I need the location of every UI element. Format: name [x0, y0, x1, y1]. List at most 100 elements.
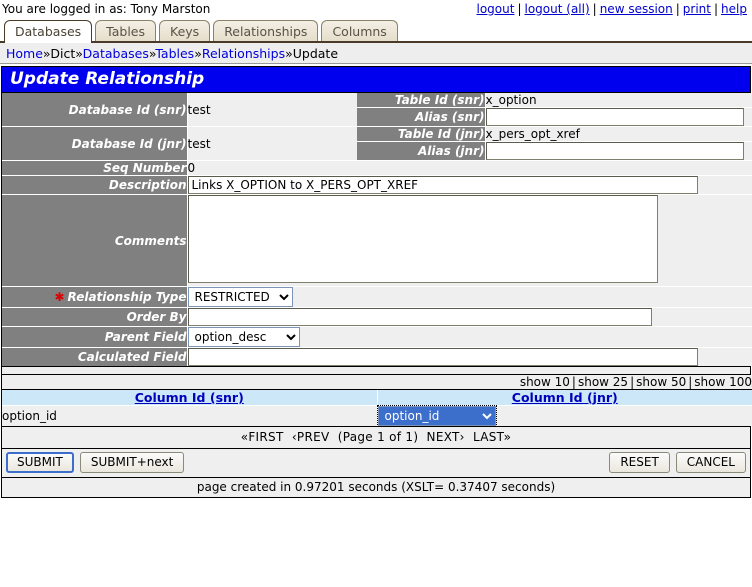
form-row-comments: Comments — [2, 195, 752, 287]
calculated-field-input[interactable] — [188, 348, 698, 366]
alias-jnr-input[interactable] — [486, 142, 744, 160]
cell-alias-jnr — [485, 142, 752, 161]
print-link[interactable]: print — [683, 2, 711, 16]
value-database-id-snr: test — [187, 93, 357, 127]
help-link[interactable]: help — [721, 2, 747, 16]
section-divider — [2, 366, 750, 375]
column-header-snr-sort-link[interactable]: Column Id (snr) — [135, 390, 244, 405]
pagination-bar: «FIRST ‹PREV (Page 1 of 1) NEXT› LAST» — [2, 426, 750, 449]
pagination-first[interactable]: «FIRST — [241, 430, 284, 444]
breadcrumb-item-tables[interactable]: Tables — [155, 46, 194, 61]
logout-link[interactable]: logout — [477, 2, 515, 16]
reset-button[interactable]: RESET — [609, 452, 669, 473]
label-database-id-snr: Database Id (snr) — [2, 93, 187, 127]
comments-textarea[interactable] — [188, 195, 658, 283]
required-asterisk-icon: ✱ — [54, 290, 64, 304]
label-relationship-type-text: Relationship Type — [68, 290, 187, 304]
top-links: logout|logout (all)|new session|print|he… — [476, 2, 749, 16]
table-row: option_id option_id — [2, 406, 752, 427]
description-input[interactable] — [188, 176, 698, 194]
show-100-link[interactable]: show 100 — [694, 375, 752, 389]
relationship-form: Database Id (snr) test Table Id (snr) x_… — [2, 93, 752, 366]
columns-list: show 10|show 25|show 50|show 100 Column … — [2, 375, 752, 426]
pagination-page-info: (Page 1 of 1) — [338, 430, 419, 444]
pagination-prev[interactable]: ‹PREV — [292, 430, 330, 444]
link-separator: | — [517, 2, 521, 16]
show-separator: | — [572, 375, 576, 389]
tab-columns[interactable]: Columns — [321, 20, 397, 41]
label-relationship-type: ✱ Relationship Type — [2, 287, 187, 308]
tab-strip: Databases Tables Keys Relationships Colu… — [0, 18, 752, 43]
cell-description — [187, 176, 752, 195]
cell-comments — [187, 195, 752, 287]
breadcrumb-item-update: Update — [293, 46, 338, 61]
label-alias-snr: Alias (snr) — [357, 108, 485, 127]
value-table-id-jnr: x_pers_opt_xref — [485, 127, 752, 142]
cell-calculated-field — [187, 348, 752, 367]
relationship-type-select[interactable]: RESTRICTED — [188, 287, 293, 307]
cell-column-id-jnr: option_id — [377, 406, 752, 427]
breadcrumb: Home»Dict»Databases»Tables»Relationships… — [0, 43, 752, 64]
label-database-id-jnr: Database Id (jnr) — [2, 127, 187, 161]
link-separator: | — [593, 2, 597, 16]
cell-order-by — [187, 308, 752, 327]
label-comments: Comments — [2, 195, 187, 287]
cell-parent-field: option_desc — [187, 327, 752, 348]
label-alias-jnr: Alias (jnr) — [357, 142, 485, 161]
tab-relationships[interactable]: Relationships — [213, 20, 318, 41]
column-header-jnr: Column Id (jnr) — [377, 390, 752, 406]
label-parent-field: Parent Field — [2, 327, 187, 348]
breadcrumb-separator: » — [285, 46, 293, 61]
link-separator: | — [714, 2, 718, 16]
form-row-calculated-field: Calculated Field — [2, 348, 752, 367]
show-25-link[interactable]: show 25 — [578, 375, 628, 389]
breadcrumb-item-relationships[interactable]: Relationships — [202, 46, 285, 61]
cell-column-id-snr: option_id — [2, 406, 377, 427]
tab-tables[interactable]: Tables — [95, 20, 156, 41]
page-title: Update Relationship — [2, 67, 750, 93]
submit-button[interactable]: SUBMIT — [6, 452, 74, 473]
label-order-by: Order By — [2, 308, 187, 327]
link-separator: | — [676, 2, 680, 16]
breadcrumb-item-home[interactable]: Home — [6, 46, 43, 61]
cell-alias-snr — [485, 108, 752, 127]
column-id-jnr-select[interactable]: option_id — [378, 406, 496, 426]
show-10-link[interactable]: show 10 — [520, 375, 570, 389]
form-row-relationship-type: ✱ Relationship Type RESTRICTED — [2, 287, 752, 308]
alias-snr-input[interactable] — [486, 108, 744, 126]
logged-in-user-text: You are logged in as: Tony Marston — [2, 2, 210, 16]
page-footer-timing: page created in 0.97201 seconds (XSLT= 0… — [2, 477, 750, 497]
form-row-order-by: Order By — [2, 308, 752, 327]
parent-field-select[interactable]: option_desc — [188, 327, 300, 347]
label-table-id-snr: Table Id (snr) — [357, 93, 485, 108]
breadcrumb-item-databases[interactable]: Databases — [83, 46, 149, 61]
pagination-next[interactable]: NEXT› — [427, 430, 465, 444]
new-session-link[interactable]: new session — [600, 2, 673, 16]
show-separator: | — [630, 375, 634, 389]
show-count-links: show 10|show 25|show 50|show 100 — [2, 375, 752, 390]
show-count-row: show 10|show 25|show 50|show 100 — [2, 375, 752, 390]
breadcrumb-separator: » — [75, 46, 82, 61]
value-table-id-snr: x_option — [485, 93, 752, 108]
top-status-bar: You are logged in as: Tony Marston logou… — [0, 0, 752, 18]
breadcrumb-separator: » — [194, 46, 202, 61]
logout-all-link[interactable]: logout (all) — [525, 2, 590, 16]
tab-keys[interactable]: Keys — [159, 20, 210, 41]
order-by-input[interactable] — [188, 308, 652, 326]
submit-next-button[interactable]: SUBMIT+next — [80, 452, 185, 473]
value-database-id-jnr: test — [187, 127, 357, 161]
column-header-snr: Column Id (snr) — [2, 390, 377, 406]
label-table-id-jnr: Table Id (jnr) — [357, 127, 485, 142]
column-header-jnr-sort-link[interactable]: Column Id (jnr) — [512, 390, 618, 405]
button-bar: SUBMIT SUBMIT+next RESET CANCEL — [2, 449, 750, 477]
cancel-button[interactable]: CANCEL — [676, 452, 746, 473]
show-50-link[interactable]: show 50 — [636, 375, 686, 389]
label-description: Description — [2, 176, 187, 195]
form-row-snr-1: Database Id (snr) test Table Id (snr) x_… — [2, 93, 752, 108]
form-row-parent-field: Parent Field option_desc — [2, 327, 752, 348]
pagination-last[interactable]: LAST» — [473, 430, 511, 444]
cell-relationship-type: RESTRICTED — [187, 287, 752, 308]
form-row-description: Description — [2, 176, 752, 195]
label-seq-number: Seq Number — [2, 161, 187, 176]
tab-databases[interactable]: Databases — [4, 20, 92, 43]
